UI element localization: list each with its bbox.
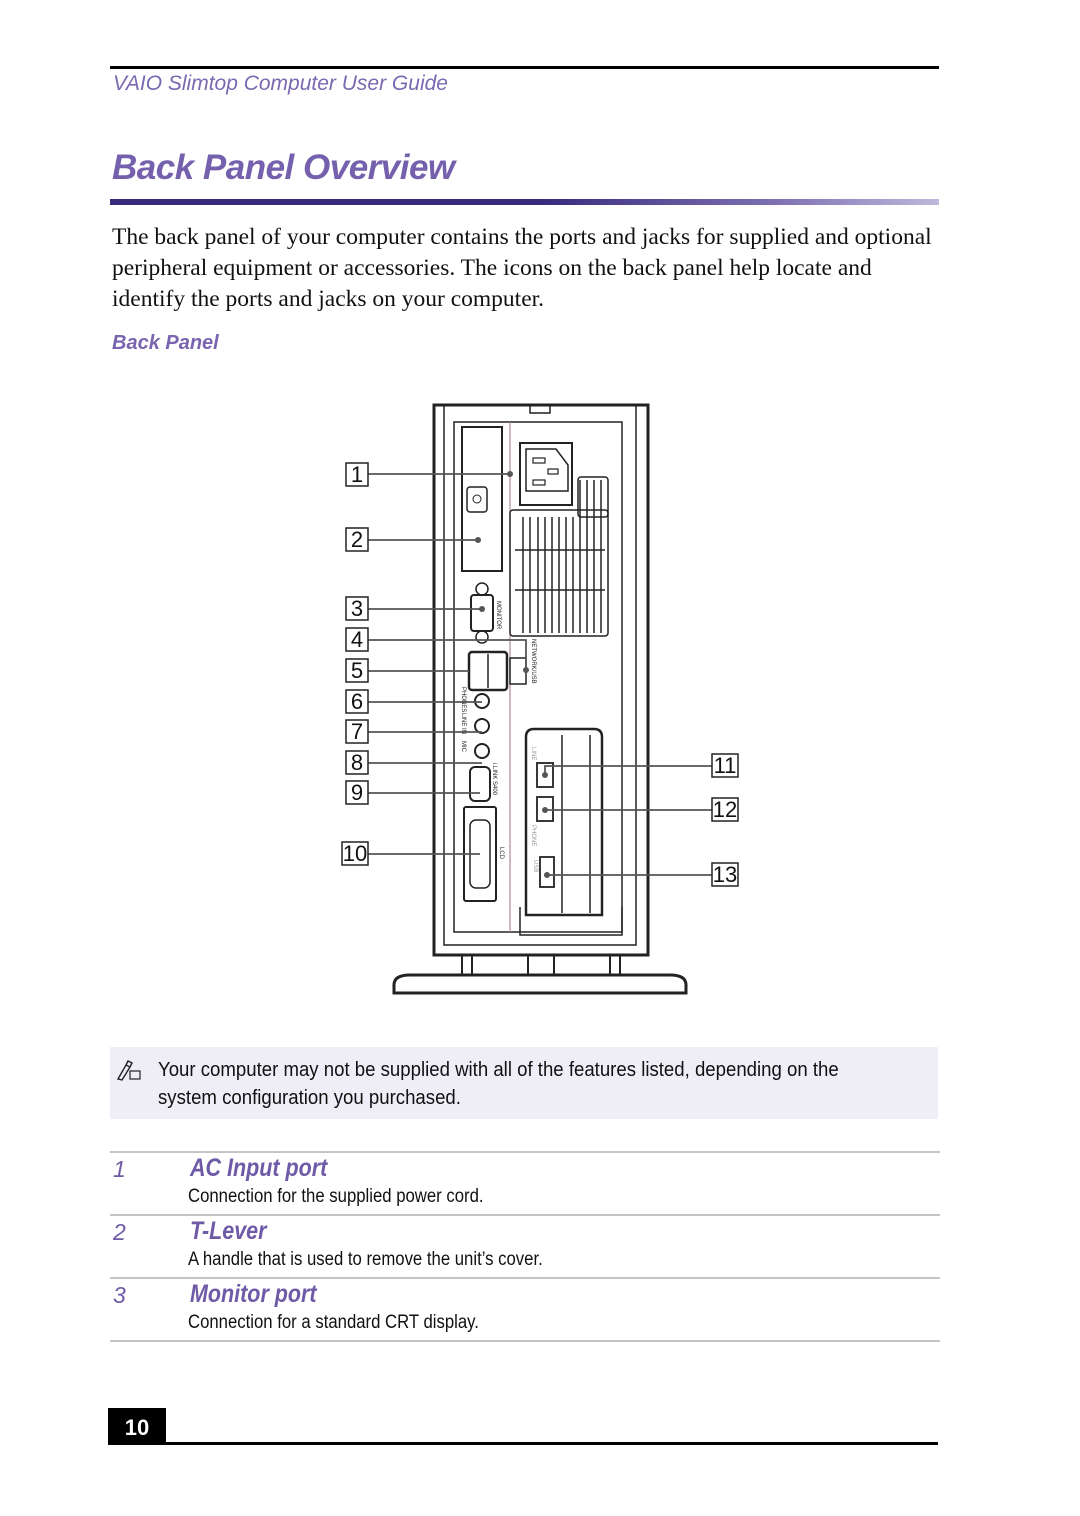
mic-jack: [474, 743, 490, 759]
item-description: Connection for a standard CRT display.: [188, 1312, 479, 1333]
note-text-line-2: system configuration you purchased.: [158, 1087, 461, 1109]
label-line: LINE: [530, 747, 536, 760]
callout-7: 7: [351, 719, 363, 744]
item-title: Monitor port: [190, 1280, 317, 1308]
label-network-usb: NETWORK/USB: [530, 639, 536, 684]
note-text-line-1: Your computer may not be supplied with a…: [158, 1059, 839, 1081]
list-item: 1 AC Input port Connection for the suppl…: [110, 1151, 940, 1214]
label-mic: MIC: [460, 741, 466, 753]
t-lever: [461, 426, 503, 572]
back-panel-diagram: 1 2 3 4 5 6 7 8 9 10 11 12 13 MONITOR NE…: [341, 403, 739, 995]
figure-caption: Back Panel: [112, 332, 219, 354]
callout-12: 12: [713, 797, 737, 822]
label-monitor: MONITOR: [495, 601, 501, 630]
item-title: T-Lever: [190, 1217, 267, 1245]
callout-6: 6: [351, 689, 363, 714]
label-phone: PHONE: [530, 825, 536, 846]
label-ilink: i.LINK S400: [491, 763, 497, 796]
item-title: AC Input port: [190, 1154, 328, 1182]
callout-10: 10: [343, 841, 367, 866]
callout-9: 9: [351, 780, 363, 805]
callout-3: 3: [351, 596, 363, 621]
callout-4: 4: [351, 627, 363, 652]
callout-5: 5: [351, 658, 363, 683]
stand: [461, 955, 621, 975]
page-title: Back Panel Overview: [112, 148, 455, 187]
label-line-in: LINE IN: [460, 713, 466, 734]
note-text: Your computer may not be supplied with a…: [158, 1056, 883, 1112]
item-number: 3: [113, 1282, 126, 1308]
list-item: 3 Monitor port Connection for a standard…: [110, 1277, 940, 1342]
ac-input-port: [519, 442, 573, 506]
headphones-jack: [474, 693, 490, 709]
port-list: 1 AC Input port Connection for the suppl…: [110, 1151, 940, 1342]
header-rule: [110, 66, 939, 69]
line-in-jack: [474, 718, 490, 734]
guide-title: VAIO Slimtop Computer User Guide: [113, 72, 448, 95]
item-number: 2: [113, 1219, 126, 1245]
item-number: 1: [113, 1156, 126, 1182]
note-box: Your computer may not be supplied with a…: [110, 1047, 938, 1119]
title-rule: [110, 199, 939, 205]
footer-rule: [108, 1442, 938, 1445]
monitor-port: [470, 582, 494, 644]
ilink-port: [469, 766, 491, 802]
item-description: A handle that is used to remove the unit…: [188, 1249, 543, 1270]
pencil-note-icon: [116, 1060, 141, 1081]
list-item: 2 T-Lever A handle that is used to remov…: [110, 1214, 940, 1277]
page-number: 10: [108, 1408, 166, 1445]
callout-8: 8: [351, 750, 363, 775]
callout-11: 11: [714, 753, 737, 778]
intro-paragraph: The back panel of your computer contains…: [112, 224, 932, 312]
label-usb: USB: [532, 860, 538, 872]
callout-1: 1: [351, 462, 363, 487]
label-phones: PHONES: [460, 687, 466, 712]
label-lcd: LCD: [498, 847, 504, 860]
item-description: Connection for the supplied power cord.: [188, 1186, 484, 1207]
callout-13: 13: [713, 862, 737, 887]
callout-2: 2: [351, 527, 363, 552]
